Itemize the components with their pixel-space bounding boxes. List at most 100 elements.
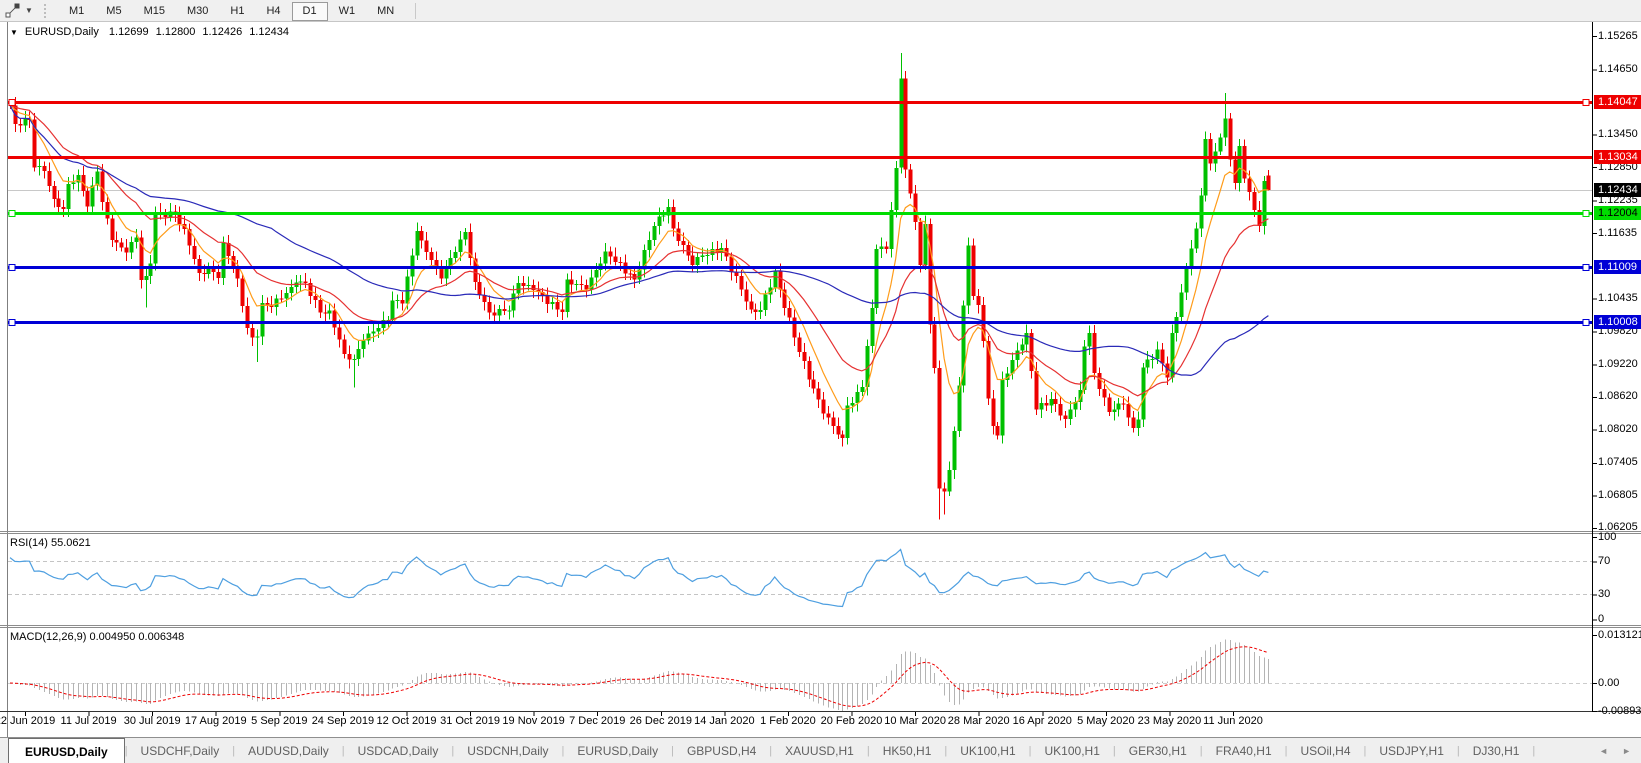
top-toolbar: ▼ M1M5M15M30H1H4D1W1MN [0,0,1641,22]
candle-body [609,251,613,256]
tab-AUDUSD-Daily[interactable]: AUDUSD,Daily [235,738,342,763]
tab-DJ30-H1[interactable]: DJ30,H1 [1460,738,1533,763]
candle-body [372,331,376,333]
macd-histogram [11,639,1269,711]
candle-body [861,387,865,392]
candle-body [1069,410,1073,420]
candle-body [1204,139,1208,196]
tab-USOil-H4[interactable]: USOil,H4 [1288,738,1364,763]
candle-body [72,183,76,184]
timeframe-button-M15[interactable]: M15 [133,2,176,21]
timeframe-button-MN[interactable]: MN [366,2,405,21]
candle-body [1021,345,1025,351]
candle-body [266,303,270,305]
candle-body [285,293,289,299]
candle-body [149,263,153,276]
timeframe-button-D1[interactable]: D1 [292,2,328,21]
tab-UK100-H1[interactable]: UK100,H1 [947,738,1028,763]
candle-body [730,257,734,272]
candle-body [478,282,482,295]
tab-scroll-right-button[interactable]: ► [1622,746,1631,756]
candle-body [425,241,429,253]
candle-body [1117,404,1121,410]
tab-EURUSD-Daily[interactable]: EURUSD,Daily [564,738,671,763]
candle-body [1108,397,1112,412]
hline-handle [1583,320,1589,326]
candle-body [687,245,691,256]
timeframe-button-M5[interactable]: M5 [95,2,132,21]
candle-body [1098,373,1102,389]
candle-body [1088,333,1092,347]
candle-body [38,166,42,167]
tab-scroll-left-button[interactable]: ◄ [1599,746,1608,756]
candle-body [1209,139,1213,163]
timeframe-button-W1[interactable]: W1 [328,2,367,21]
candle-body [875,249,879,308]
candle-body [106,202,110,218]
candle-body [1190,249,1194,268]
candle-body [793,318,797,338]
candle-body [48,171,52,186]
tab-USDCNH-Daily[interactable]: USDCNH,Daily [454,738,561,763]
toolbar-separator [415,3,416,19]
candle-body [203,273,207,274]
candle-body [261,303,265,337]
candle-body [885,246,889,249]
candle-body [1025,333,1029,345]
tab-XAUUSD-H1[interactable]: XAUUSD,H1 [772,738,867,763]
candle-body [280,299,284,300]
timeframe-button-H4[interactable]: H4 [255,2,291,21]
tool-dropdown-caret-icon[interactable]: ▼ [22,6,36,15]
candle-body [290,287,294,293]
tab-USDJPY-H1[interactable]: USDJPY,H1 [1366,738,1456,763]
candle-body [1016,350,1020,360]
candle-body [1122,404,1126,405]
candle-body [575,284,579,285]
candle-body [43,166,47,171]
candle-body [1175,317,1179,333]
candle-body [938,368,942,489]
chart-tab-bar: EURUSD,Daily|USDCHF,Daily|AUDUSD,Daily|U… [0,737,1641,763]
candle-body [348,354,352,360]
candle-body [740,276,744,289]
candle-body [551,302,555,304]
tab-GER30-H1[interactable]: GER30,H1 [1116,738,1200,763]
candle-body [1035,371,1039,410]
timeframe-button-H1[interactable]: H1 [219,2,255,21]
candle-body [837,426,841,435]
candle-body [996,426,1000,435]
candle-body [145,276,149,280]
candle-body [115,240,119,242]
hline-handle [9,320,15,326]
candle-body [1151,359,1155,360]
ma-mid-line [10,105,1268,396]
candle-body [803,352,807,361]
tab-FRA40-H1[interactable]: FRA40,H1 [1203,738,1285,763]
candle-body [943,489,947,492]
candle-body [391,300,395,320]
candle-body [953,431,957,470]
candle-body [1001,380,1005,435]
candle-body [808,361,812,379]
tab-EURUSD-Daily[interactable]: EURUSD,Daily [8,738,125,763]
candle-body [604,251,608,263]
tab-USDCHF-Daily[interactable]: USDCHF,Daily [128,738,233,763]
timeframe-button-M1[interactable]: M1 [58,2,95,21]
candle-body [619,262,623,263]
tab-USDCAD-Daily[interactable]: USDCAD,Daily [345,738,452,763]
candle-body [972,245,976,296]
candle-body [696,257,700,265]
timeframe-button-M30[interactable]: M30 [176,2,219,21]
chart-canvas[interactable] [0,0,1641,763]
candle-body [701,256,705,258]
tab-UK100-H1[interactable]: UK100,H1 [1032,738,1113,763]
line-study-tool-icon[interactable] [2,2,22,20]
candle-body [1040,403,1044,410]
candle-body [275,299,279,307]
candle-body [1195,229,1199,249]
tab-GBPUSD-H4[interactable]: GBPUSD,H4 [674,738,769,763]
tab-HK50-H1[interactable]: HK50,H1 [870,738,945,763]
candle-body [658,216,662,226]
candle-body [498,309,502,315]
candle-body [362,340,366,349]
